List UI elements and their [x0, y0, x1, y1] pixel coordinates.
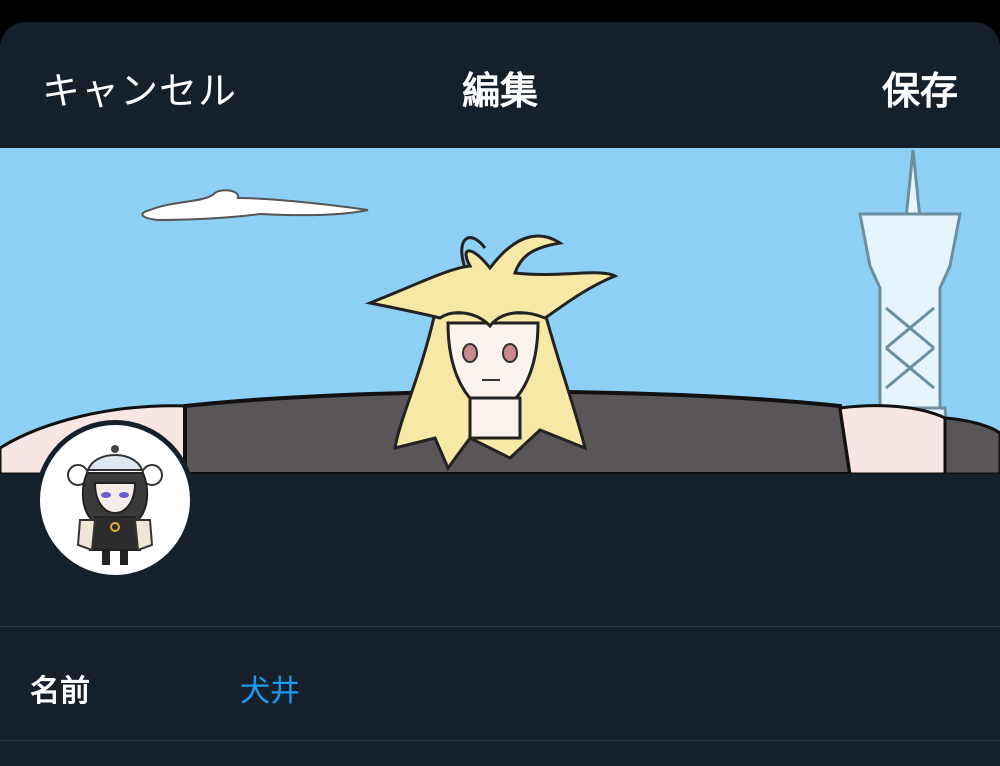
name-field-label: 名前 — [30, 674, 90, 709]
profile-avatar[interactable] — [35, 420, 195, 580]
navigation-bar: キャンセル 編集 保存 — [0, 22, 1000, 148]
divider — [0, 626, 1000, 627]
name-field-input[interactable]: 犬井 — [240, 666, 300, 710]
edit-profile-sheet: キャンセル 編集 保存 名前 犬井 — [0, 22, 1000, 766]
divider — [0, 740, 1000, 741]
save-button[interactable]: 保存 — [882, 60, 958, 115]
cancel-button[interactable]: キャンセル — [42, 60, 237, 115]
avatar-image — [40, 425, 190, 575]
